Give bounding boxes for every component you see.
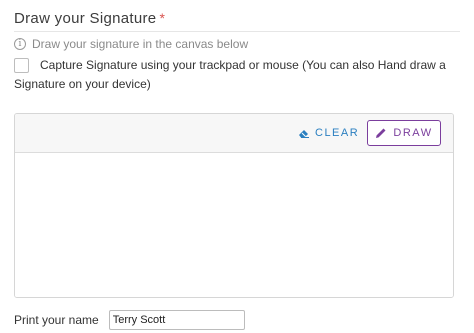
eraser-icon [299, 130, 309, 138]
capture-option[interactable]: Capture Signature using your trackpad or… [14, 56, 462, 94]
capture-label: Capture Signature using your trackpad or… [14, 58, 446, 91]
signature-toolbar: CLEAR DRAW [15, 114, 453, 153]
required-marker: * [159, 10, 165, 26]
section-title: Draw your Signature [14, 10, 157, 27]
signature-pad: CLEAR DRAW [14, 113, 454, 298]
print-name-label: Print your name [14, 313, 99, 327]
info-icon: i [14, 38, 26, 50]
capture-checkbox[interactable] [14, 58, 29, 73]
clear-label: CLEAR [315, 127, 360, 139]
clear-button[interactable]: CLEAR [298, 124, 359, 142]
draw-label: DRAW [393, 127, 433, 139]
info-text: Draw your signature in the canvas below [32, 37, 249, 51]
info-hint: i Draw your signature in the canvas belo… [14, 36, 248, 52]
signature-canvas[interactable] [15, 154, 453, 297]
print-name-input[interactable] [108, 310, 245, 330]
draw-button[interactable]: DRAW [367, 120, 441, 146]
pencil-icon [376, 128, 386, 138]
print-name-row: Print your name [14, 310, 245, 330]
signature-section-header: Draw your Signature * [14, 10, 460, 32]
